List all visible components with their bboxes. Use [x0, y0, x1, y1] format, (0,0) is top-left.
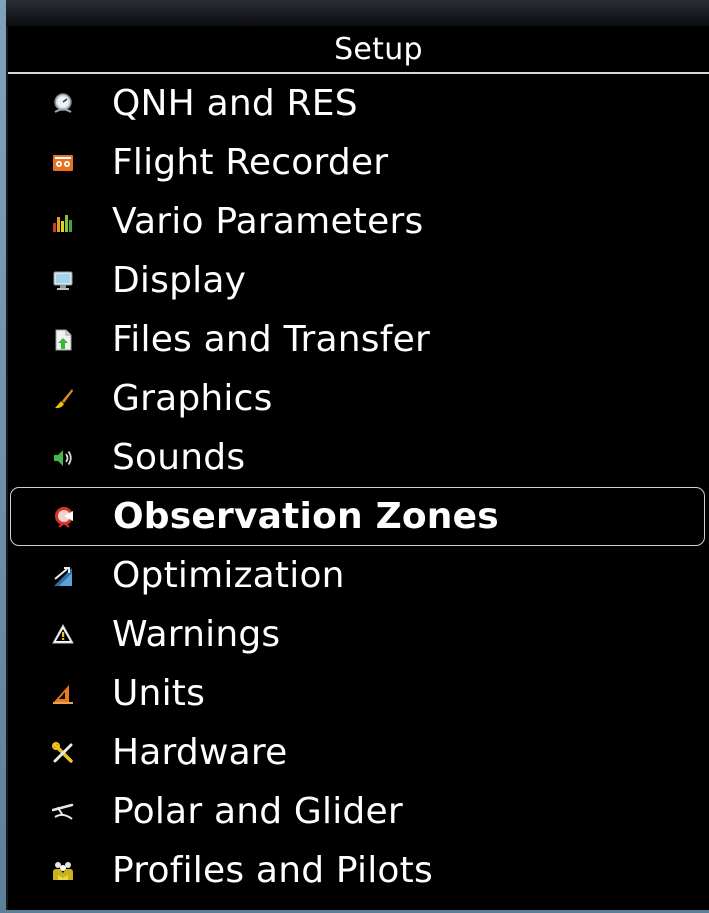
menu-item-units[interactable]: Units: [8, 664, 709, 723]
vario-bars-icon: [52, 211, 74, 233]
menu-item-label: Optimization: [112, 555, 345, 596]
warning-icon: [52, 623, 74, 646]
menu-item-label: Units: [112, 673, 206, 714]
tools-icon: [52, 741, 74, 764]
paintbrush-icon: [52, 388, 74, 410]
menu-item-label: Hardware: [112, 732, 288, 773]
monitor-icon: [52, 270, 74, 292]
pilots-icon: [52, 860, 74, 882]
menu-item-optimization[interactable]: Optimization: [8, 546, 709, 605]
menu-item-sounds[interactable]: Sounds: [8, 428, 709, 487]
optimization-icon: [52, 565, 74, 587]
setup-menu-list: QNH and RES Flight Recorder Vario Parame…: [8, 74, 709, 900]
file-transfer-icon: [52, 329, 74, 351]
menu-item-label: Polar and Glider: [112, 791, 403, 832]
menu-item-label: Flight Recorder: [112, 142, 389, 183]
setup-menu-panel: Setup QNH and RES Flight Recorder Vario …: [6, 26, 709, 910]
menu-item-label: Graphics: [112, 378, 273, 419]
menu-item-profiles-and-pilots[interactable]: Profiles and Pilots: [8, 841, 709, 900]
menu-item-observation-zones[interactable]: Observation Zones: [10, 487, 705, 546]
menu-item-label: Sounds: [112, 437, 246, 478]
menu-item-label: Warnings: [112, 614, 281, 655]
menu-item-qnh-and-res[interactable]: QNH and RES: [8, 74, 709, 133]
menu-item-label: Files and Transfer: [112, 319, 430, 360]
title-bar: Setup: [8, 26, 709, 74]
observation-zone-icon: [53, 506, 75, 528]
page-title: Setup: [334, 31, 423, 67]
window-top-edge: [6, 0, 709, 26]
menu-item-label: Profiles and Pilots: [112, 850, 433, 891]
menu-item-warnings[interactable]: Warnings: [8, 605, 709, 664]
menu-item-label: Vario Parameters: [112, 201, 424, 242]
glider-icon: [52, 801, 74, 823]
menu-item-hardware[interactable]: Hardware: [8, 723, 709, 782]
menu-item-vario-parameters[interactable]: Vario Parameters: [8, 192, 709, 251]
speaker-icon: [52, 447, 74, 469]
menu-item-label: QNH and RES: [112, 83, 358, 124]
menu-item-graphics[interactable]: Graphics: [8, 369, 709, 428]
flight-recorder-icon: [52, 152, 74, 174]
menu-item-label: Observation Zones: [113, 496, 499, 537]
menu-item-files-and-transfer[interactable]: Files and Transfer: [8, 310, 709, 369]
set-square-icon: [52, 683, 74, 705]
menu-item-display[interactable]: Display: [8, 251, 709, 310]
menu-item-label: Display: [112, 260, 247, 301]
menu-item-flight-recorder[interactable]: Flight Recorder: [8, 133, 709, 192]
menu-item-polar-and-glider[interactable]: Polar and Glider: [8, 782, 709, 841]
altimeter-icon: [52, 92, 74, 115]
